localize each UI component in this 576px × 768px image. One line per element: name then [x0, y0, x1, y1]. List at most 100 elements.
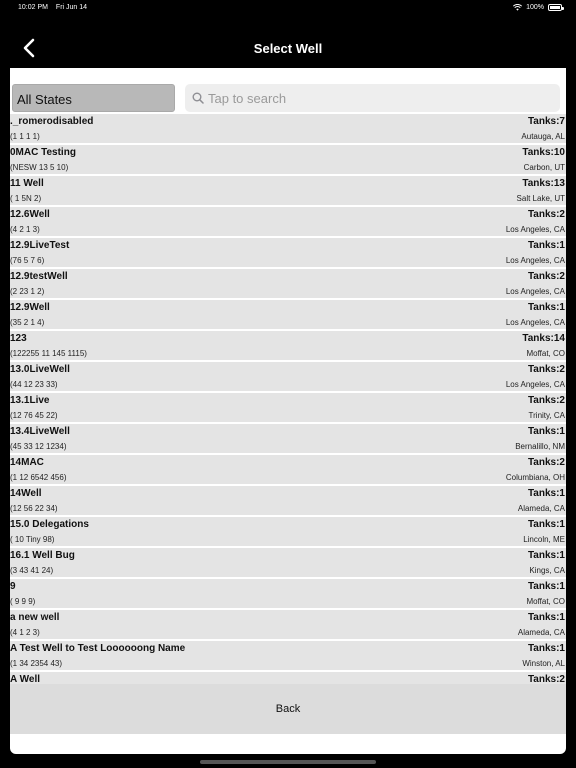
well-location: Los Angeles, CA	[505, 225, 565, 234]
well-tanks: Tanks:7	[527, 116, 565, 127]
well-tanks: Tanks:1	[527, 519, 565, 530]
well-name: 12.9testWell	[10, 271, 68, 282]
well-tanks: Tanks:1	[527, 240, 565, 251]
well-tanks: Tanks:1	[527, 550, 565, 561]
well-name: 9	[10, 581, 16, 592]
well-name: 13.0LiveWell	[10, 364, 70, 375]
status-right: 100%	[513, 4, 564, 11]
well-location: Bernalillo, NM	[515, 442, 565, 451]
well-tanks: Tanks:10	[522, 147, 565, 158]
well-coords: (NESW 13 5 10)	[10, 163, 69, 172]
well-coords: ( 9 9 9)	[10, 597, 36, 606]
well-location: Moffat, CO	[526, 597, 565, 606]
well-location: Los Angeles, CA	[505, 318, 565, 327]
well-tanks: Tanks:2	[527, 395, 565, 406]
well-row[interactable]: 12.6Well Tanks:2 (4 2 1 3) Los Angeles, CA	[10, 207, 566, 238]
search-input[interactable]	[208, 84, 548, 112]
well-location: Los Angeles, CA	[505, 287, 565, 296]
well-coords: (12 56 22 34)	[10, 504, 58, 513]
well-row[interactable]: 12.9testWell Tanks:2 (2 23 1 2) Los Angeles…	[10, 269, 566, 300]
search-icon	[192, 92, 204, 104]
well-row[interactable]: 9 Tanks:1 ( 9 9 9) Moffat, CO	[10, 579, 566, 610]
well-tanks: Tanks:1	[527, 488, 565, 499]
well-tanks: Tanks:2	[527, 209, 565, 220]
search-bar[interactable]	[185, 84, 560, 112]
battery-percent: 100%	[526, 4, 544, 11]
well-tanks: Tanks:1	[527, 643, 565, 654]
well-name: 12.6Well	[10, 209, 50, 220]
battery-icon	[548, 4, 564, 11]
well-coords: (76 5 7 6)	[10, 256, 45, 265]
filter-row: All States	[10, 82, 566, 114]
well-location: Kings, CA	[529, 566, 565, 575]
well-name: 13.1Live	[10, 395, 50, 406]
well-location: Winston, AL	[522, 659, 565, 668]
well-name: 15.0 Delegations	[10, 519, 89, 530]
well-location: Autauga, AL	[521, 132, 565, 141]
well-name: a new well	[10, 612, 60, 623]
well-row[interactable]: 14MAC Tanks:2 (1 12 6542 456) Columbiana, O…	[10, 455, 566, 486]
well-location: Los Angeles, CA	[505, 256, 565, 265]
well-row[interactable]: A Test Well to Test Loooooong Name Tanks:…	[10, 641, 566, 672]
well-coords: (2 23 1 2)	[10, 287, 45, 296]
well-tanks: Tanks:2	[527, 457, 565, 468]
well-name: 123	[10, 333, 27, 344]
status-left: 10:02 PM Fri Jun 14	[18, 4, 93, 11]
well-tanks: Tanks:2	[527, 674, 565, 684]
well-name: 16.1 Well Bug	[10, 550, 75, 561]
well-row[interactable]: A Well Tanks:2	[10, 672, 566, 684]
well-name: 14MAC	[10, 457, 44, 468]
well-location: Trinity, CA	[528, 411, 565, 420]
well-tanks: Tanks:2	[527, 364, 565, 375]
well-name: 12.9LiveTest	[10, 240, 70, 251]
well-tanks: Tanks:13	[522, 178, 565, 189]
well-location: Carbon, UT	[523, 163, 565, 172]
well-row[interactable]: 123 Tanks:14 (122255 11 145 1115) Moffat, C…	[10, 331, 566, 362]
well-row[interactable]: 13.0LiveWell Tanks:2 (44 12 23 33) Los Ange…	[10, 362, 566, 393]
well-location: Alameda, CA	[517, 504, 565, 513]
well-location: Salt Lake, UT	[516, 194, 565, 203]
well-name: 0MAC Testing	[10, 147, 76, 158]
footer-bar: Back	[10, 684, 566, 734]
well-coords: (4 1 2 3)	[10, 628, 40, 637]
well-coords: (1 12 6542 456)	[10, 473, 67, 482]
well-location: Lincoln, ME	[523, 535, 565, 544]
well-name: A Well	[10, 674, 41, 684]
well-coords: (122255 11 145 1115)	[10, 349, 87, 358]
well-coords: ( 1 5N 2)	[10, 194, 42, 203]
well-row[interactable]: a new well Tanks:1 (4 1 2 3) Alameda, CA	[10, 610, 566, 641]
well-row[interactable]: 14Well Tanks:1 (12 56 22 34) Alameda, CA	[10, 486, 566, 517]
well-row[interactable]: ._romerodisabled Tanks:7 (1 1 1 1) Autauga,…	[10, 114, 566, 145]
well-row[interactable]: 16.1 Well Bug Tanks:1 (3 43 41 24) Kings, C…	[10, 548, 566, 579]
well-coords: ( 10 Tiny 98)	[10, 535, 55, 544]
well-coords: (1 34 2354 43)	[10, 659, 63, 668]
well-location: Alameda, CA	[517, 628, 565, 637]
well-row[interactable]: 13.1Live Tanks:2 (12 76 45 22) Trinity, CA	[10, 393, 566, 424]
status-time: 10:02 PM	[18, 4, 48, 11]
well-location: Columbiana, OH	[505, 473, 565, 482]
well-row[interactable]: 12.9Well Tanks:1 (35 2 1 4) Los Angeles, CA	[10, 300, 566, 331]
well-coords: (4 2 1 3)	[10, 225, 40, 234]
well-name: A Test Well to Test Loooooong Name	[10, 643, 186, 654]
well-location: Moffat, CO	[526, 349, 565, 358]
well-tanks: Tanks:1	[527, 426, 565, 437]
battery-level	[550, 6, 560, 9]
status-date: Fri Jun 14	[55, 4, 88, 11]
well-name: 11 Well	[10, 178, 44, 189]
well-tanks: Tanks:14	[522, 333, 565, 344]
well-name: ._romerodisabled	[10, 116, 94, 127]
well-row[interactable]: 12.9LiveTest Tanks:1 (76 5 7 6) Los Angeles…	[10, 238, 566, 269]
select-well-sheet: All States ._romerodisabled Tanks:7 (1 1 1…	[10, 68, 566, 754]
well-name: 14Well	[10, 488, 42, 499]
well-row[interactable]: 0MAC Testing Tanks:10 (NESW 13 5 10) Carbon…	[10, 145, 566, 176]
well-coords: (12 76 45 22)	[10, 411, 58, 420]
state-filter-button[interactable]: All States	[12, 84, 175, 112]
well-row[interactable]: 15.0 Delegations Tanks:1 ( 10 Tiny 98) Linc…	[10, 517, 566, 548]
page-title: Select Well	[253, 41, 323, 56]
well-row[interactable]: 11 Well Tanks:13 ( 1 5N 2) Salt Lake, UT	[10, 176, 566, 207]
back-button[interactable]: Back	[10, 684, 566, 734]
well-list: ._romerodisabled Tanks:7 (1 1 1 1) Autauga,…	[10, 114, 566, 684]
well-tanks: Tanks:1	[527, 581, 565, 592]
well-row[interactable]: 13.4LiveWell Tanks:1 (45 33 12 1234) Bernal…	[10, 424, 566, 455]
well-coords: (1 1 1 1)	[10, 132, 40, 141]
